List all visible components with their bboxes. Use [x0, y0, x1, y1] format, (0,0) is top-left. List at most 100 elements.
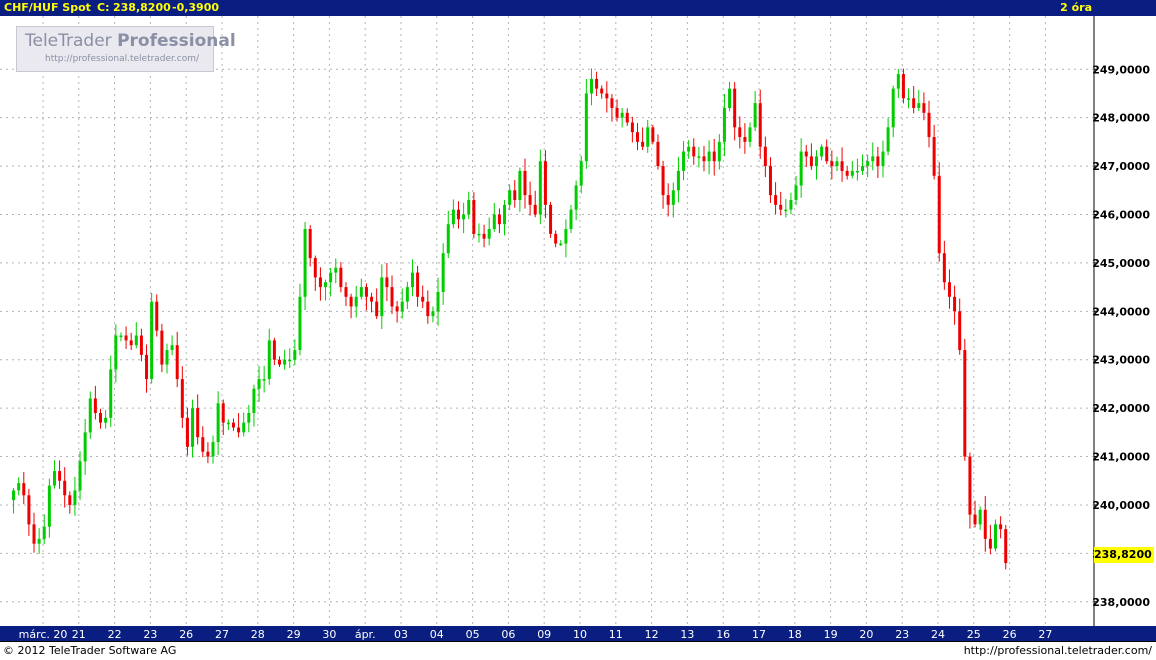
candle-body [318, 277, 322, 288]
candle-body [636, 132, 639, 142]
candle-body [339, 267, 343, 288]
candle-body [201, 437, 205, 452]
candle-body [886, 127, 890, 152]
candle-body [671, 190, 675, 205]
date-tick-label: 16 [716, 628, 730, 641]
date-tick-label: 06 [501, 628, 515, 641]
date-tick-label: 22 [108, 628, 122, 641]
candle-body [334, 267, 338, 273]
date-tick-label: márc. 20 [19, 628, 68, 641]
candle-body [549, 204, 553, 234]
candle-body [83, 432, 87, 462]
candle-body [758, 103, 762, 147]
price-tick-label: 242,0000 [1092, 402, 1150, 415]
candle-body [907, 98, 911, 100]
candle-body [958, 311, 962, 351]
candle-body [584, 93, 588, 162]
candle-body [390, 287, 394, 307]
candle-body [917, 103, 921, 108]
logo-text: TeleTrader Professional [25, 31, 236, 51]
price-tick-label: 247,0000 [1092, 160, 1150, 173]
candle-body [753, 103, 757, 128]
candle-body [589, 78, 593, 94]
candle-body [150, 301, 154, 380]
price-tick-label: 240,0000 [1092, 499, 1150, 512]
candle-body [789, 199, 793, 210]
logo-name-bold: Professional [117, 31, 236, 51]
date-tick-label: 17 [752, 628, 766, 641]
price-tick-label: 246,0000 [1092, 208, 1150, 221]
price-tick-label: 243,0000 [1092, 354, 1150, 367]
candle-body [52, 471, 56, 486]
candle-body [697, 156, 701, 158]
candle-body [717, 141, 721, 162]
footer: © 2012 TeleTrader Software AG http://pro… [0, 641, 1156, 660]
candle-body [252, 388, 256, 413]
candle-body [912, 98, 916, 108]
candle-body [27, 495, 31, 525]
candle-body [134, 335, 138, 346]
candle-body [73, 490, 77, 505]
candle-body [820, 146, 824, 157]
footer-link[interactable]: http://professional.teletrader.com/ [964, 643, 1152, 658]
candle-body [595, 78, 599, 89]
candle-body [165, 350, 169, 365]
candle-body [768, 166, 772, 196]
candle-body [175, 345, 179, 380]
candle-body [947, 282, 951, 297]
candle-body [656, 141, 660, 167]
candle-body [349, 296, 353, 307]
candle-body [835, 161, 839, 167]
candle-body [477, 233, 481, 236]
candle-body [487, 229, 491, 239]
candle-body [421, 296, 425, 302]
candle-body [702, 156, 706, 162]
date-tick-label: 27 [215, 628, 229, 641]
candle-body [472, 199, 476, 234]
candle-body [687, 146, 691, 152]
candle-body [840, 161, 844, 171]
date-tick-label: 13 [680, 628, 694, 641]
date-tick-label: 27 [1038, 628, 1052, 641]
candle-body [354, 296, 358, 307]
candle-body [666, 195, 670, 205]
date-tick-label: 30 [322, 628, 336, 641]
time-axis-labels: márc. 20 21 22 23 26 27 28 29 30 ápr. 03 04 05 06 09 10… [19, 628, 1053, 641]
interval-label[interactable]: 2 óra [1060, 1, 1092, 15]
candle-body [743, 137, 747, 142]
candle-body [114, 335, 118, 370]
candle-body [88, 398, 92, 433]
candle-body [845, 170, 849, 176]
price-chart[interactable]: 249,0000 248,0000 247,0000 246,0000 245,0000… [0, 16, 1156, 626]
candle-body [712, 151, 716, 162]
candle-body [543, 161, 547, 205]
candle-body [830, 161, 834, 167]
candle-body [42, 526, 46, 539]
candle-body [405, 287, 409, 302]
date-tick-label: 09 [537, 628, 551, 641]
candle-body [579, 161, 583, 186]
candle-body [160, 330, 164, 365]
candle-body [109, 369, 113, 418]
candle-body [104, 417, 108, 423]
candle-body [247, 412, 251, 423]
candle-body [748, 127, 752, 142]
candle-body [446, 224, 450, 254]
candle-body [78, 461, 82, 491]
candle-body [994, 524, 997, 549]
price-tick-label: 241,0000 [1092, 451, 1150, 464]
candle-body [267, 340, 271, 380]
candle-body [896, 74, 900, 89]
candle-body [436, 291, 440, 312]
candle-body [625, 112, 629, 123]
candle-body [523, 170, 527, 196]
candle-body [308, 229, 312, 259]
candle-body [953, 296, 957, 312]
candle-body [272, 340, 276, 360]
candle-body [932, 137, 936, 176]
candle-body [763, 146, 767, 167]
candle-body [983, 509, 987, 539]
candle-body [410, 272, 414, 288]
symbol-label[interactable]: CHF/HUF Spot [4, 1, 91, 15]
candle-body [242, 422, 246, 433]
